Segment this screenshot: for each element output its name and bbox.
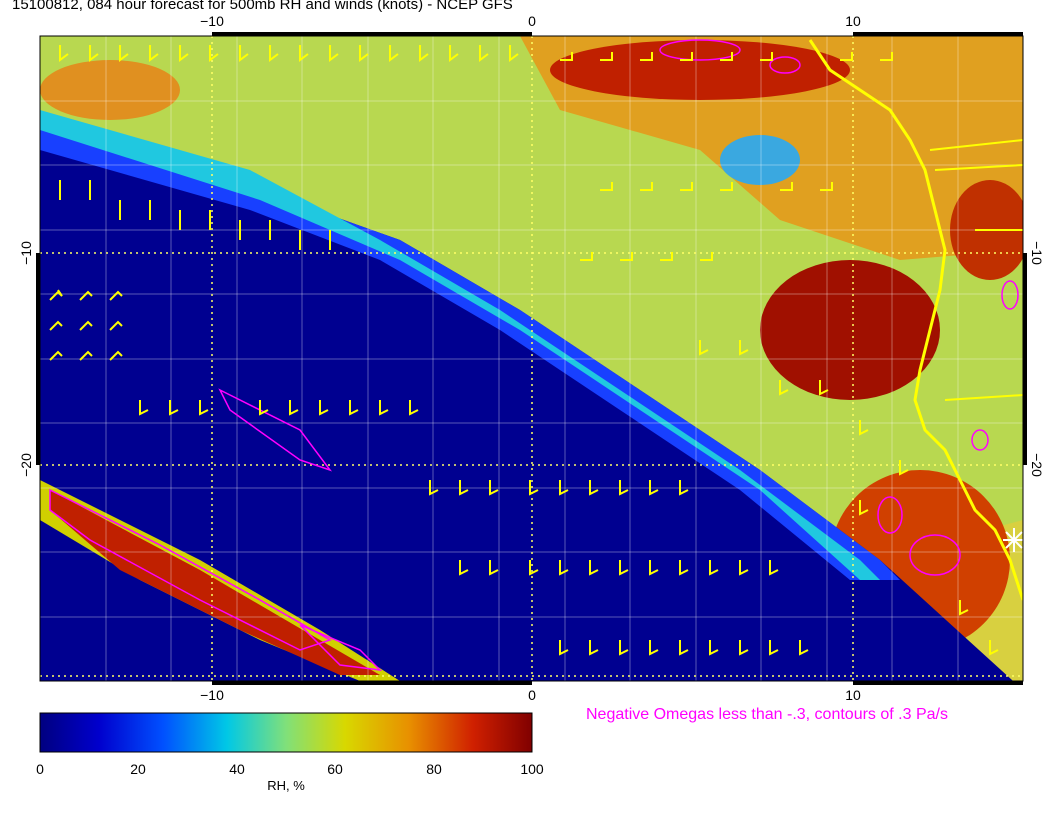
colorbar-tick-80: 80	[426, 761, 442, 777]
x-tick-top-3: 10	[845, 13, 861, 29]
colorbar-tick-100: 100	[520, 761, 544, 777]
rh-field	[40, 36, 1023, 681]
colorbar-gradient	[39, 712, 533, 753]
colorbar-tick-40: 40	[229, 761, 245, 777]
colorbar-label: RH, %	[267, 778, 305, 793]
y-tick-right-2: −20	[1029, 453, 1045, 477]
x-tick-bottom-1: −10	[200, 687, 224, 703]
x-tick-bottom-2: 0	[528, 687, 536, 703]
y-tick-right-1: −10	[1029, 241, 1045, 265]
y-tick-left-1: −10	[18, 241, 34, 265]
colorbar-tick-20: 20	[130, 761, 146, 777]
colorbar: 0 20 40 60 80 100 RH, %	[36, 712, 544, 793]
x-tick-top-2: 0	[528, 13, 536, 29]
colorbar-tick-0: 0	[36, 761, 44, 777]
y-tick-left-2: −20	[18, 453, 34, 477]
omega-note: Negative Omegas less than -.3, contours …	[586, 706, 948, 723]
rh-wind-map: −10 0 10 −10 0 10 −10 −20 −10 −20 0 20 4…	[18, 13, 1045, 793]
x-tick-top-1: −10	[200, 13, 224, 29]
x-tick-bottom-3: 10	[845, 687, 861, 703]
colorbar-tick-60: 60	[327, 761, 343, 777]
